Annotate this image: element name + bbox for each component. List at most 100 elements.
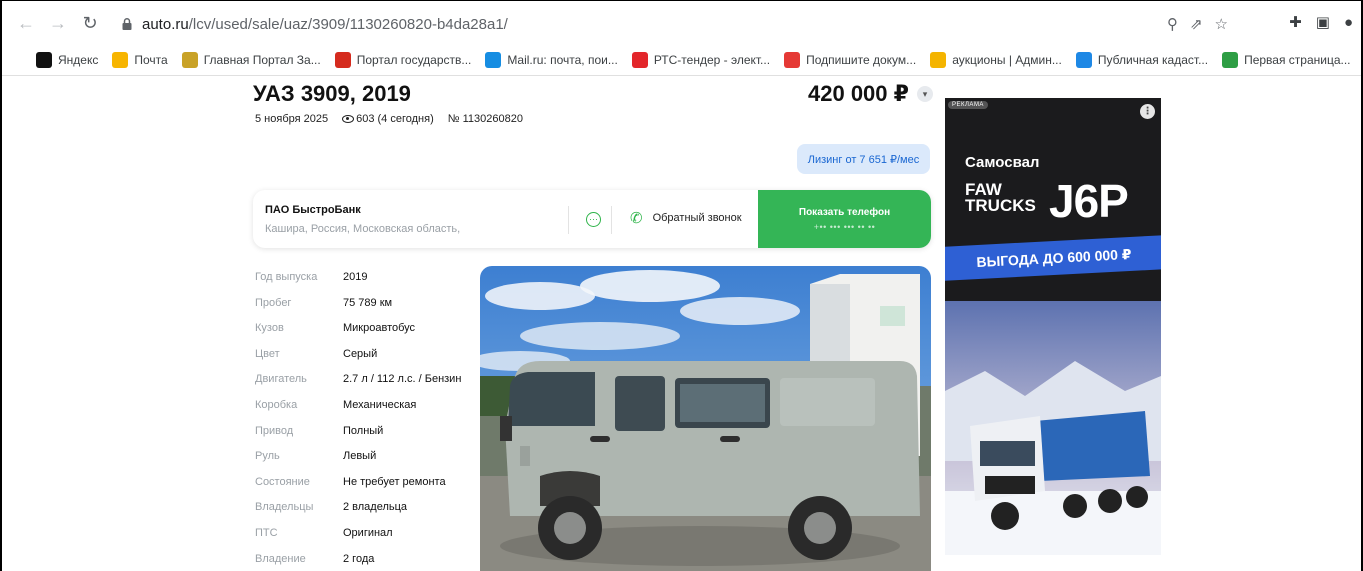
rts-icon	[631, 52, 648, 68]
bookmark-item[interactable]: аукционы | Админ...	[930, 52, 1062, 68]
spec-row: Кузов Микроавтобус	[255, 322, 461, 348]
eye-icon	[342, 115, 355, 124]
page-content: УАЗ 3909, 2019 5 ноября 2025 603 (4 сего…	[2, 77, 1361, 571]
spec-row: Год выпуска 2019	[255, 271, 461, 297]
vehicle-photo[interactable]	[480, 266, 931, 571]
spec-label: Владение	[255, 552, 306, 565]
ad-badge: РЕКЛАМА	[948, 101, 988, 109]
bookmark-label: Публичная кадаст...	[1097, 53, 1209, 67]
extensions-icon[interactable]: ✚	[1289, 13, 1302, 31]
address-bar[interactable]: auto.ru/lcv/used/sale/uaz/3909/113026082…	[120, 9, 1232, 39]
spec-value: 2 года	[343, 552, 375, 565]
chevron-down-icon[interactable]: ▾	[916, 86, 933, 102]
bookmark-item[interactable]: Яндекс	[36, 52, 98, 68]
show-phone-button[interactable]: Показать телефон +•• ••• ••• •• ••	[758, 190, 931, 248]
spec-value: Не требует ремонта	[343, 475, 446, 488]
spec-label: Руль	[255, 450, 280, 463]
spec-row: ПТС Оригинал	[255, 527, 461, 553]
spec-row: Цвет Серый	[255, 348, 461, 374]
bookmark-label: аукционы | Админ...	[952, 53, 1062, 67]
leasing-button[interactable]: Лизинг от 7 651 ₽/мес	[797, 144, 930, 174]
spec-label: Двигатель	[255, 373, 307, 386]
ad-banner[interactable]: РЕКЛАМА ⋮ Самосвал FAW TRUCKS J6P ВЫГОДА…	[945, 98, 1161, 555]
url-text: auto.ru/lcv/used/sale/uaz/3909/113026082…	[142, 15, 508, 33]
key-icon	[784, 52, 801, 68]
mail-icon	[112, 52, 129, 68]
more-vertical-icon[interactable]: ⋮	[1140, 104, 1155, 119]
ad-line3: J6P	[1049, 175, 1129, 227]
listing-date: 5 ноября 2025	[255, 113, 329, 125]
reload-icon[interactable]: ↻	[76, 9, 104, 37]
spec-value: 75 789 км	[343, 296, 393, 309]
views-count: 603 (4 сегодня)	[342, 113, 434, 125]
spec-value: 2019	[343, 271, 368, 283]
spec-label: Привод	[255, 424, 294, 437]
emblem-icon	[181, 52, 198, 68]
spec-label: ПТС	[255, 526, 278, 539]
spec-row: Привод Полный	[255, 425, 461, 451]
spec-label: Владельцы	[255, 501, 314, 514]
spec-label: Состояние	[255, 475, 310, 488]
listing-number: № 1130260820	[447, 113, 523, 125]
listing-meta: 5 ноября 2025 603 (4 сегодня) № 11302608…	[255, 113, 523, 125]
spec-value: 2 владельца	[343, 501, 408, 514]
chat-icon[interactable]: ···	[586, 212, 601, 227]
bookmark-item[interactable]: Главная Портал За...	[181, 52, 321, 68]
bookmark-label: Почта	[134, 53, 168, 67]
bookmark-label: Яндекс	[58, 53, 99, 67]
spec-row: Двигатель 2.7 л / 112 л.с. / Бензин	[255, 373, 461, 399]
price: 420 000 ₽ ▾	[808, 81, 933, 107]
zoom-icon[interactable]: ⚲	[1167, 15, 1178, 33]
spec-label: Пробег	[255, 296, 292, 309]
bookmark-item[interactable]: Публичная кадаст...	[1075, 52, 1209, 68]
spec-row: Владение 2 года	[255, 553, 461, 571]
ad-line2: FAW TRUCKS	[965, 180, 1036, 215]
bookmark-item[interactable]: Почта	[112, 52, 168, 68]
spec-label: Цвет	[255, 347, 280, 360]
spec-value: Серый	[343, 347, 378, 360]
seller-card: ПАО БыстроБанк Кашира, Россия, Московска…	[253, 190, 931, 248]
bookmark-star-icon[interactable]: ☆	[1215, 15, 1228, 33]
bookmark-label: РТС-тендер - элект...	[653, 53, 771, 67]
bookmark-label: Первая страница...	[1244, 53, 1351, 67]
share-icon[interactable]: ⇗	[1190, 15, 1203, 33]
spec-value: Оригинал	[343, 526, 393, 539]
bookmark-item[interactable]: Mail.ru: почта, пои...	[485, 52, 618, 68]
profile-icon[interactable]: ●	[1344, 14, 1353, 31]
arrow-icon	[1222, 52, 1239, 68]
seller-name[interactable]: ПАО БыстроБанк	[265, 204, 361, 216]
back-icon[interactable]: ←	[12, 9, 40, 37]
bookmark-item[interactable]: Подпишите докум...	[784, 52, 916, 68]
ad-header: РЕКЛАМА ⋮ Самосвал FAW TRUCKS J6P ВЫГОДА…	[945, 98, 1161, 301]
seller-location: Кашира, Россия, Московская область,	[265, 223, 461, 235]
phone-callback-icon: ✆	[630, 210, 643, 227]
spec-value: Механическая	[343, 398, 417, 411]
spec-value: 2.7 л / 112 л.с. / Бензин	[343, 373, 462, 386]
spec-value: Полный	[343, 424, 384, 437]
spec-row: Состояние Не требует ремонта	[255, 476, 461, 502]
ad-truck-image	[945, 301, 1161, 555]
auction-icon	[930, 52, 947, 68]
lock-icon	[122, 18, 132, 30]
van-image	[480, 266, 931, 571]
spec-label: Год выпуска	[255, 271, 318, 283]
side-panel-icon[interactable]: ▣	[1316, 13, 1330, 31]
browser-window: ← → ↻ auto.ru/lcv/used/sale/uaz/3909/113…	[0, 0, 1363, 571]
forward-icon[interactable]: →	[44, 9, 72, 37]
callback-button[interactable]: ✆ Обратный звонок	[630, 209, 742, 227]
at-icon	[485, 52, 502, 68]
spec-label: Коробка	[255, 398, 298, 411]
cadastre-icon	[1075, 52, 1092, 68]
spec-value: Левый	[343, 450, 377, 463]
bookmarks-bar: Яндекс Почта Главная Портал За... Портал го…	[2, 45, 1361, 76]
bookmark-label: Mail.ru: почта, пои...	[507, 53, 618, 67]
bookmark-item[interactable]: Портал государств...	[334, 52, 472, 68]
bookmark-item[interactable]: РТС-тендер - элект...	[631, 52, 771, 68]
spec-label: Кузов	[255, 322, 284, 335]
bookmark-item[interactable]: Первая страница...	[1222, 52, 1351, 68]
browser-toolbar: ← → ↻ auto.ru/lcv/used/sale/uaz/3909/113…	[2, 1, 1361, 45]
bookmark-label: Подпишите докум...	[806, 53, 917, 67]
bookmark-label: Портал государств...	[356, 53, 472, 67]
ad-line1: Самосвал	[965, 154, 1040, 171]
bookmark-label: Главная Портал За...	[203, 53, 321, 67]
